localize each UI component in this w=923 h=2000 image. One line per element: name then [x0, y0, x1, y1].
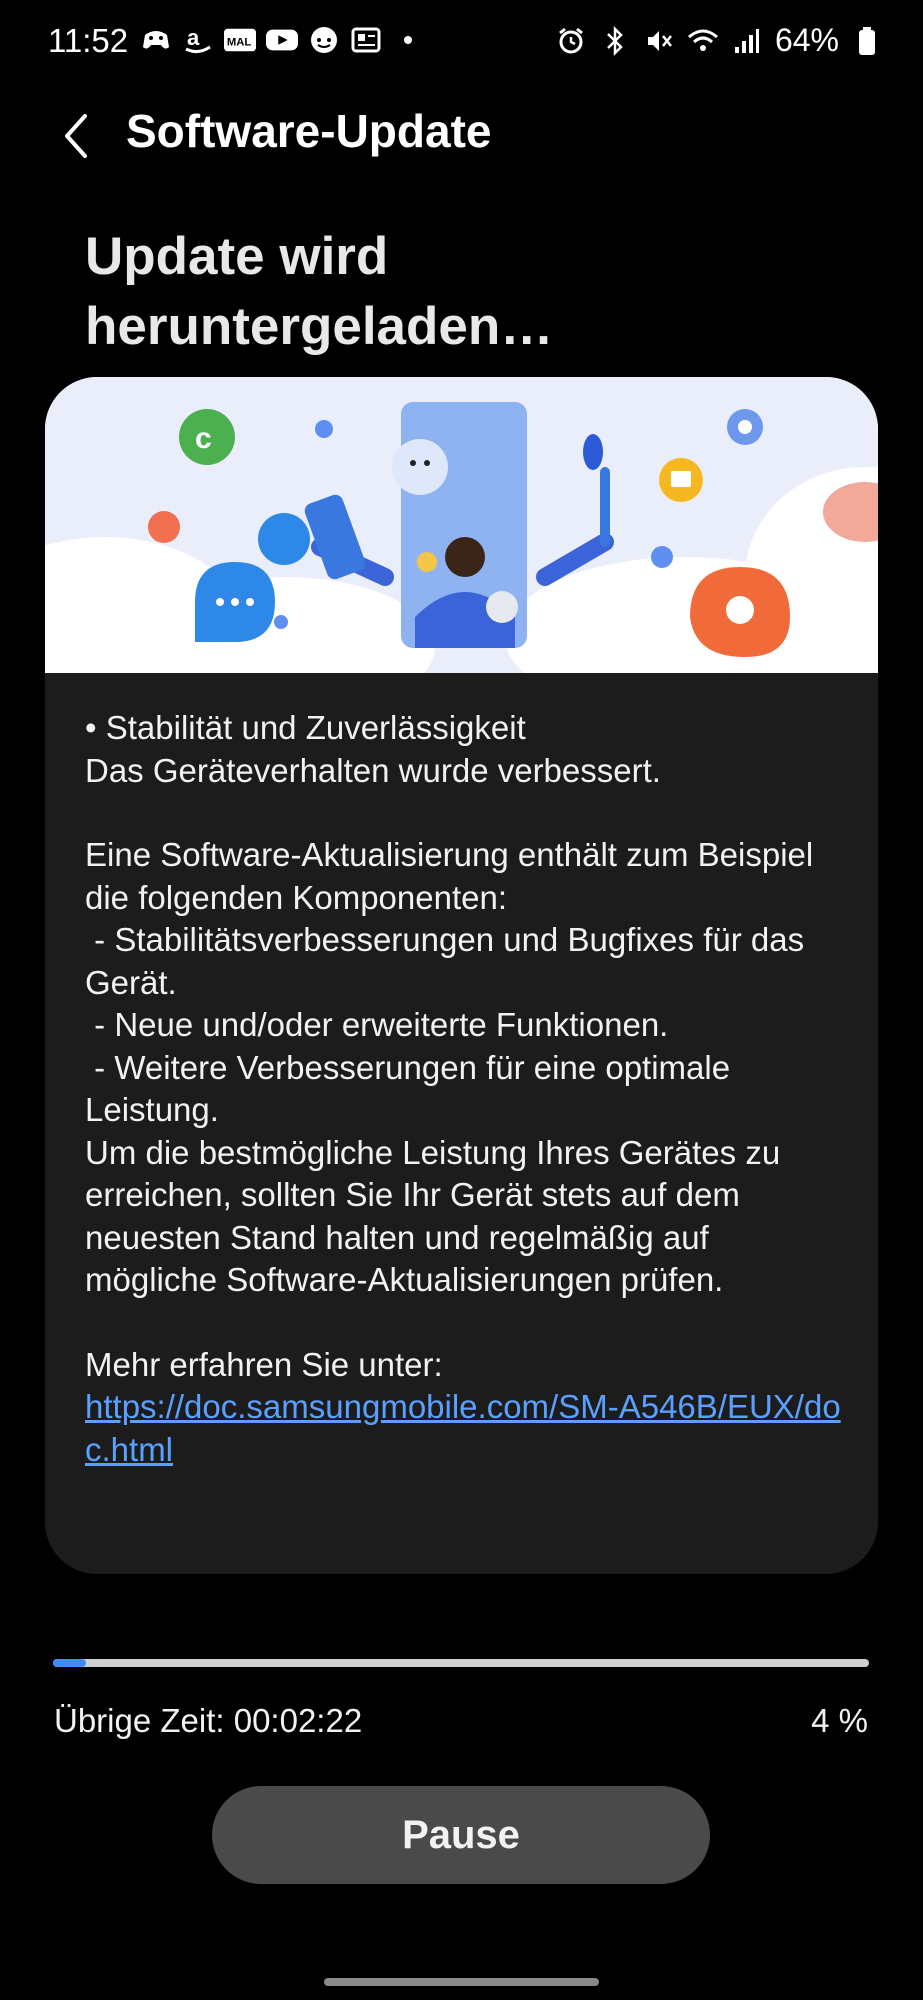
update-info-card: c • Stabilität und Zuverlässigkeit Das G…	[45, 377, 878, 1574]
release-note-item: - Neue und/oder erweiterte Funktionen.	[85, 1006, 669, 1043]
chevron-left-icon	[65, 114, 87, 158]
mute-icon	[643, 25, 675, 57]
signal-icon	[731, 25, 763, 57]
battery-icon	[851, 25, 883, 57]
alarm-icon	[555, 25, 587, 57]
bluetooth-icon	[599, 25, 631, 57]
download-progress-fill	[53, 1659, 86, 1667]
release-note-item: - Stabilitätsverbesserungen und Bugfixes…	[85, 921, 814, 1001]
release-note-item: - Weitere Verbesserungen für eine optima…	[85, 1048, 740, 1129]
status-time: 11:52	[48, 22, 129, 59]
svg-text:a: a	[187, 25, 200, 50]
amazon-icon: a	[182, 24, 214, 56]
release-note-advice: Um die bestmögliche Leistung Ihres Gerät…	[85, 1133, 790, 1299]
more-info-label: Mehr erfahren Sie unter:	[85, 1345, 443, 1383]
notification-icons: a MAL	[140, 24, 424, 56]
youtube-icon	[266, 24, 298, 56]
news-icon	[350, 24, 382, 56]
more-info-link[interactable]: https://doc.samsungmobile.com/SM-A546B/E…	[85, 1388, 841, 1468]
game-icon	[140, 24, 172, 56]
more-notifications-dot-icon	[392, 24, 424, 56]
reddit-icon	[308, 24, 340, 56]
pause-button[interactable]: Pause	[212, 1786, 710, 1884]
status-bar: 11:52 a MAL 64%	[0, 0, 923, 84]
page-title: Software-Update	[126, 105, 492, 157]
system-status: 64%	[555, 22, 883, 59]
update-illustration: c	[45, 377, 878, 717]
release-note-intro: Eine Software-Aktualisierung enthält zum…	[85, 836, 823, 916]
wifi-icon	[687, 25, 719, 57]
svg-text:MAL: MAL	[227, 37, 252, 49]
back-button[interactable]	[40, 100, 112, 172]
release-note-bullet: • Stabilität und Zuverlässigkeit	[85, 709, 526, 746]
svg-text:c: c	[195, 422, 212, 455]
remaining-time: Übrige Zeit: 00:02:22	[54, 1702, 363, 1739]
download-progress-bar	[53, 1659, 869, 1667]
mal-icon: MAL	[224, 24, 256, 56]
home-indicator[interactable]	[324, 1978, 599, 1986]
progress-percent: 4 %	[811, 1702, 868, 1739]
release-note-bullet-detail: Das Geräteverhalten wurde verbessert.	[85, 751, 661, 789]
release-notes: • Stabilität und Zuverlässigkeit Das Ger…	[85, 707, 845, 1471]
download-status-title: Update wird heruntergeladen…	[85, 227, 554, 356]
battery-percent: 64%	[774, 22, 839, 58]
